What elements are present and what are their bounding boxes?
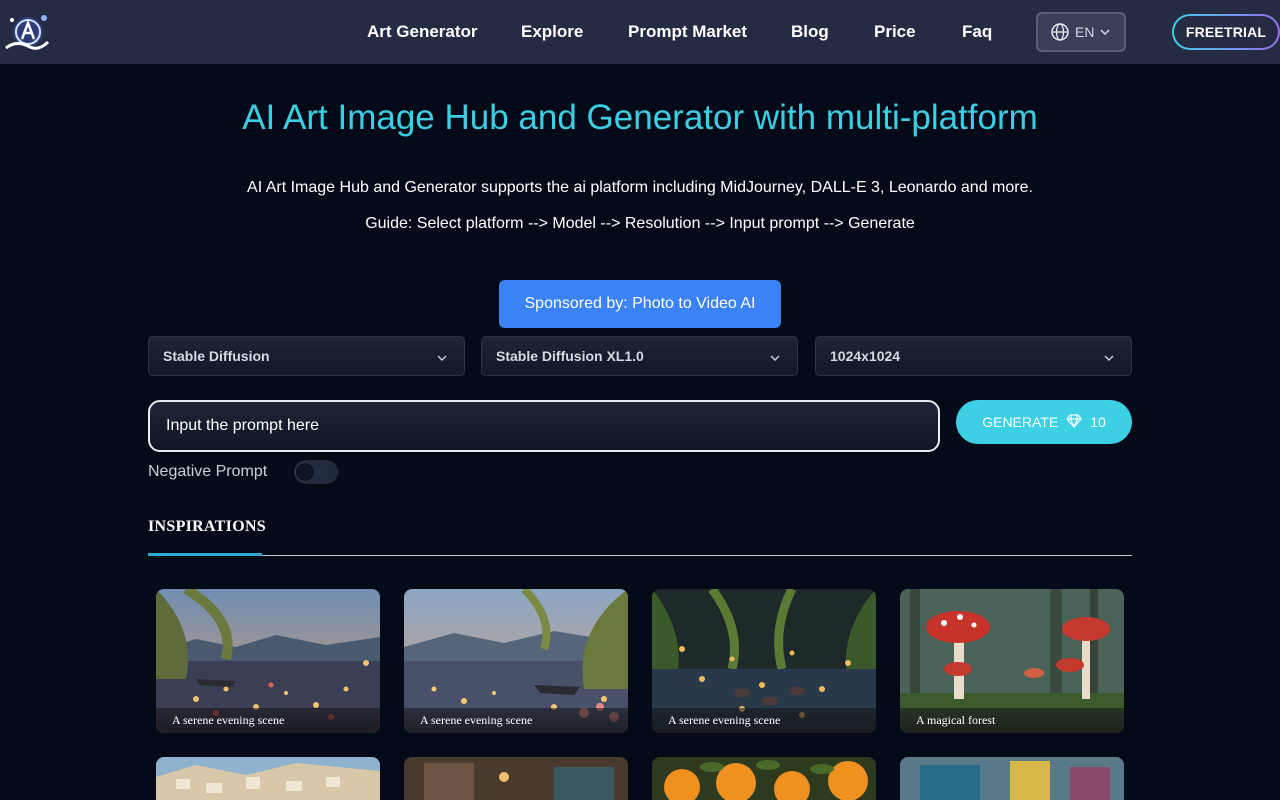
- site-logo[interactable]: [2, 8, 54, 56]
- page-subtitle: AI Art Image Hub and Generator supports …: [247, 179, 1033, 196]
- prompt-input[interactable]: [148, 400, 940, 452]
- oranges-image: [652, 757, 876, 800]
- chevron-down-icon: [436, 351, 448, 367]
- globe-icon: [1050, 22, 1070, 42]
- chevron-down-icon: [769, 351, 781, 367]
- language-selector[interactable]: EN: [1036, 12, 1126, 52]
- tab-active-indicator: [148, 553, 262, 556]
- generate-label: GENERATE: [982, 414, 1059, 430]
- colorful-alley-image: [900, 757, 1124, 800]
- resolution-select-value: 1024x1024: [830, 348, 901, 364]
- freetrial-button[interactable]: FREETRIAL: [1172, 14, 1280, 50]
- diamond-icon: [1066, 413, 1082, 431]
- coastal-village-image: [156, 757, 380, 800]
- generate-cost: 10: [1090, 414, 1106, 430]
- nav-faq[interactable]: Faq: [962, 22, 992, 42]
- gallery-card[interactable]: A serene evening scene: [404, 589, 628, 733]
- resolution-select[interactable]: 1024x1024: [815, 336, 1132, 376]
- gallery-caption: A serene evening scene: [652, 708, 876, 733]
- gallery-card[interactable]: A serene evening scene: [652, 589, 876, 733]
- chevron-down-icon: [1099, 26, 1111, 38]
- freetrial-label: FREETRIAL: [1174, 16, 1278, 48]
- nav-art-generator[interactable]: Art Generator: [367, 22, 478, 42]
- gallery-card[interactable]: [156, 757, 380, 800]
- gallery-card[interactable]: [900, 757, 1124, 800]
- gallery-card[interactable]: [404, 757, 628, 800]
- gallery-card[interactable]: A magical forest: [900, 589, 1124, 733]
- model-select-value: Stable Diffusion XL1.0: [496, 348, 644, 364]
- nav-explore[interactable]: Explore: [521, 22, 583, 42]
- gallery-card[interactable]: [652, 757, 876, 800]
- tab-divider: [148, 555, 1132, 556]
- page-title: AI Art Image Hub and Generator with mult…: [242, 98, 1038, 137]
- toggle-knob: [295, 462, 315, 482]
- generate-button[interactable]: GENERATE 10: [956, 400, 1132, 444]
- chevron-down-icon: [1103, 351, 1115, 367]
- nav-blog[interactable]: Blog: [791, 22, 829, 42]
- gallery-card[interactable]: A serene evening scene: [156, 589, 380, 733]
- nav-price[interactable]: Price: [874, 22, 916, 42]
- model-select[interactable]: Stable Diffusion XL1.0: [481, 336, 798, 376]
- gallery-caption: A serene evening scene: [404, 708, 628, 733]
- gallery-caption: A serene evening scene: [156, 708, 380, 733]
- platform-select[interactable]: Stable Diffusion: [148, 336, 465, 376]
- street-cafe-image: [404, 757, 628, 800]
- negative-prompt-label: Negative Prompt: [148, 463, 268, 480]
- top-navbar: Art Generator Explore Prompt Market Blog…: [0, 0, 1280, 64]
- sponsor-button[interactable]: Sponsored by: Photo to Video AI: [499, 280, 781, 328]
- usage-guide: Guide: Select platform --> Model --> Res…: [365, 215, 915, 232]
- language-label: EN: [1075, 24, 1095, 40]
- nav-prompt-market[interactable]: Prompt Market: [628, 22, 747, 42]
- gallery-caption: A magical forest: [900, 708, 1124, 733]
- negative-prompt-toggle[interactable]: [294, 460, 338, 484]
- platform-select-value: Stable Diffusion: [163, 348, 270, 364]
- tab-inspirations[interactable]: INSPIRATIONS: [148, 518, 266, 536]
